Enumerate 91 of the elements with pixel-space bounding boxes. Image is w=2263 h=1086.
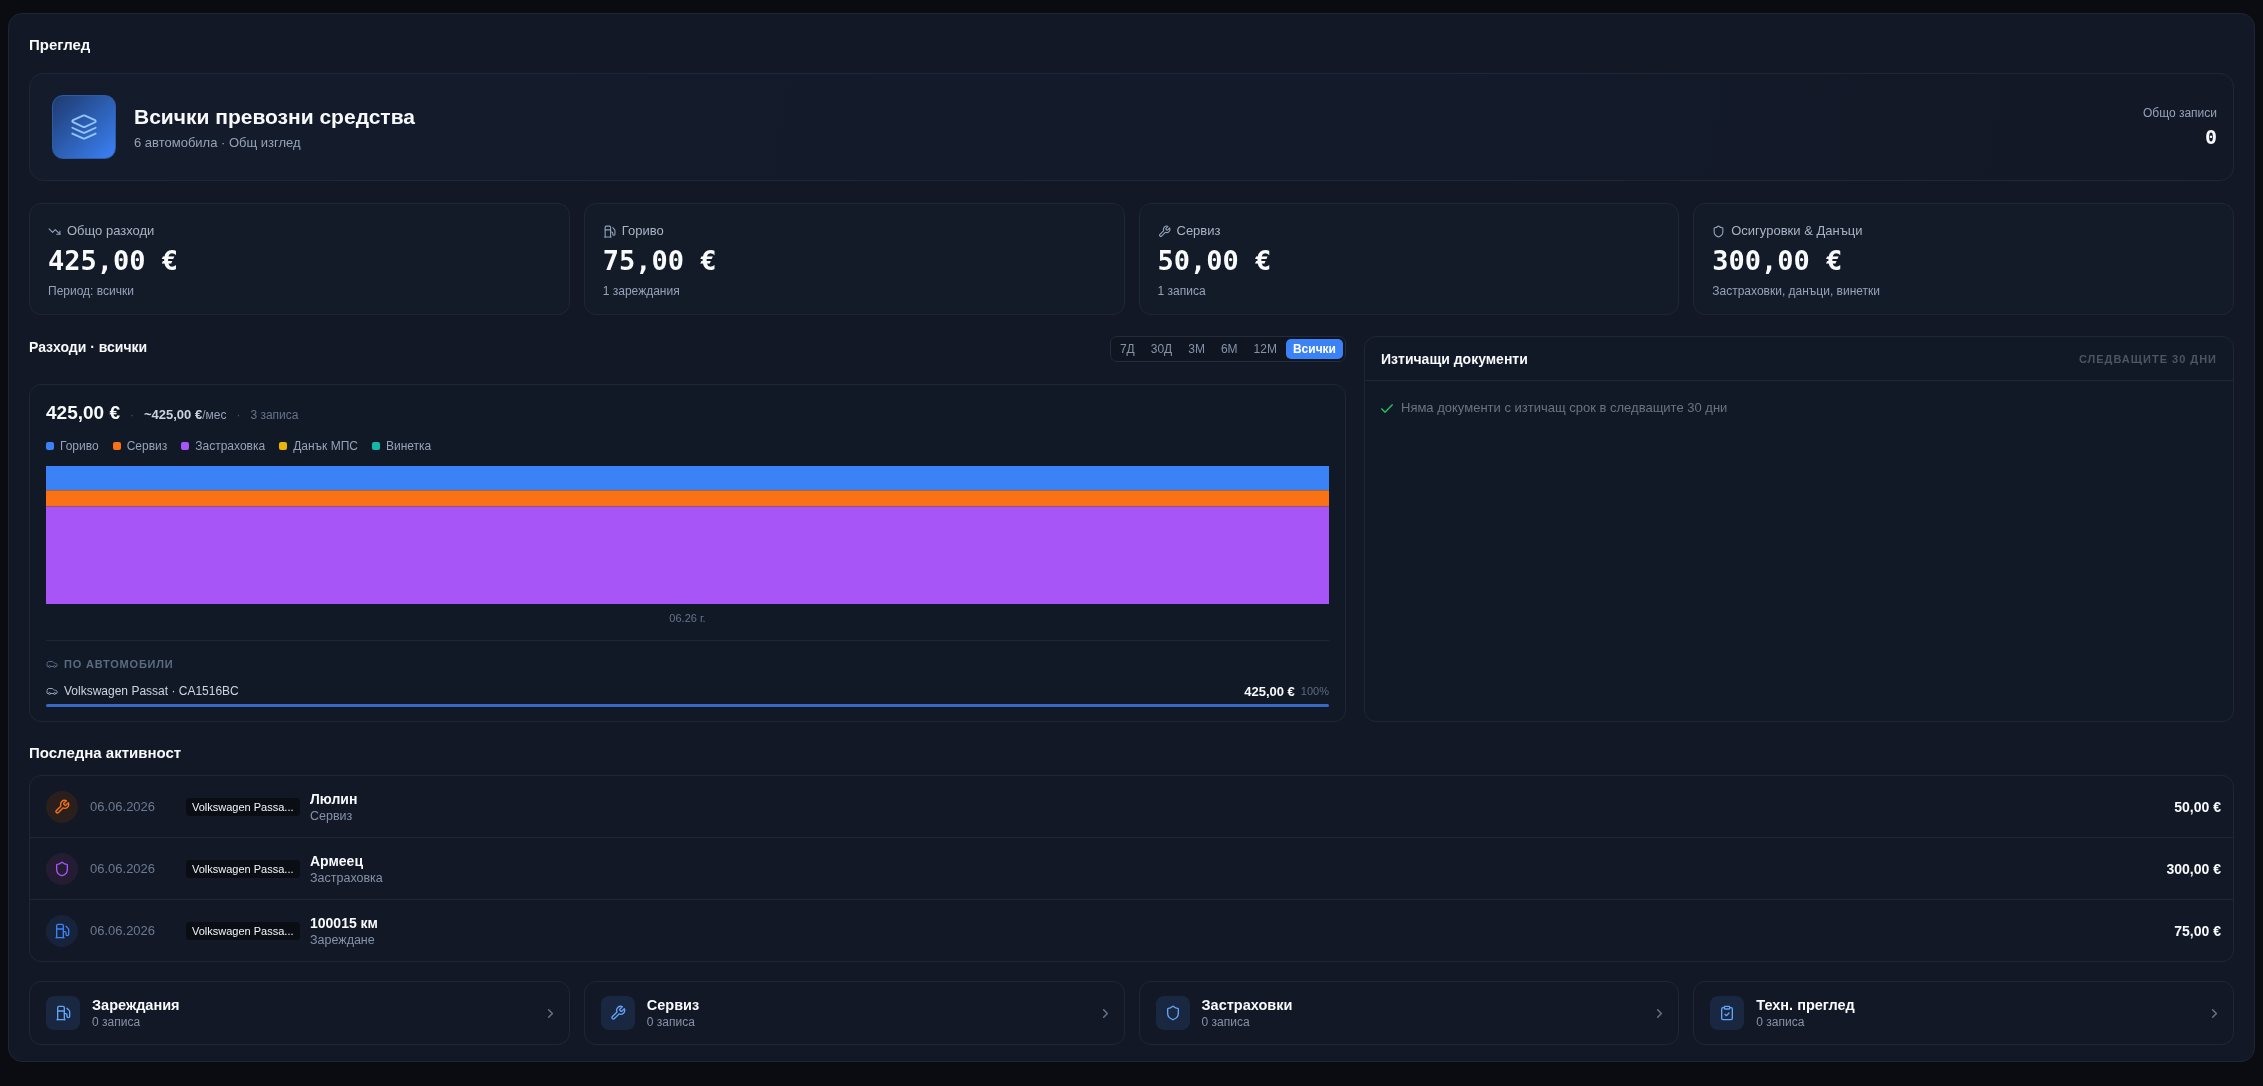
period-tab[interactable]: 7Д [1112,339,1142,359]
legend-label: Застраховка [195,438,266,454]
section-title: Разходи · всички [29,337,148,356]
chevron-right-icon [547,1008,553,1018]
check-icon [1381,403,1393,413]
activity-date: 06.06.2026 [90,799,157,814]
activity-title: Армеец [310,851,364,870]
shortcut-count: 0 записа [1201,1014,1251,1030]
fleet-subtitle: 6 автомобила · Общ изглед [134,134,302,151]
fuel-pump-icon [602,224,616,238]
activity-category: Застраховка [310,869,384,886]
stat-label: Гориво [621,223,664,239]
shortcut-title: Застраховки [1201,996,1294,1014]
activity-date: 06.06.2026 [90,923,157,938]
wrench-icon [600,996,635,1030]
car-icon [46,658,58,670]
shortcut-card[interactable]: Застраховки 0 записа [1138,981,1680,1045]
activity-title: Люлин [310,789,359,808]
wrench-icon [1157,224,1171,238]
layers-icon [52,95,116,159]
records-label: Общо записи [2142,105,2217,121]
chevron-right-icon [2212,1008,2217,1018]
shortcut-title: Сервиз [646,996,701,1014]
separator-dot: · [236,408,241,422]
activity-amount: 50,00 € [2174,798,2221,815]
period-tab[interactable]: 12М [1246,339,1284,359]
fleet-title: Всички превозни средства [134,103,416,130]
records-count-text: 3 записа [250,408,299,422]
legend-label: Данък МПС [293,438,358,454]
shortcut-count: 0 записа [1756,1014,1806,1030]
shortcut-title: Техн. преглед [1756,996,1856,1014]
activity-row[interactable]: 06.06.2026 Volkswagen Passa... Люлин Сервиз 50,00 € [30,776,2233,837]
car-icon [46,685,58,697]
stat-label: Общо разходи [67,223,155,239]
chevron-right-icon [1657,1008,1663,1018]
stat-value: 425,00 € [48,245,180,277]
vehicle-tag: Volkswagen Passa... [186,922,300,940]
legend-label: Гориво [60,438,99,454]
shortcut-card[interactable]: Сервиз 0 записа [583,981,1125,1045]
empty-message: Няма документи с изтичащ срок в следващите 30 дни [1401,400,1728,416]
stat-value: 75,00 € [602,245,718,277]
stat-label: Сервиз [1176,223,1221,239]
stat-value: 50,00 € [1157,245,1273,277]
period-tab[interactable]: 30Д [1143,339,1180,359]
wrench-icon [46,790,78,823]
shortcut-count: 0 записа [92,1014,142,1030]
stat-label: Осигуровки & Данъци [1731,223,1863,239]
section-title: Последна активност [29,743,183,763]
page-title: Преглед [29,35,92,55]
vehicle-tag: Volkswagen Passa... [186,798,300,816]
activity-row[interactable]: 06.06.2026 Volkswagen Passa... Армеец Застраховка 300,00 € [30,837,2233,899]
shield-icon [1712,224,1726,238]
vehicle-name: Volkswagen Passat · CA1516BC [64,684,240,698]
group-heading: ПО АВТОМОБИЛИ [64,657,174,671]
fuel-pump-icon [46,914,78,947]
stat-value: 300,00 € [1712,245,1844,277]
vehicle-amount: 425,00 € [1244,683,1295,699]
period-tab[interactable]: Всички [1285,339,1343,359]
shield-icon [1155,996,1190,1030]
shortcut-card[interactable]: Техн. преглед 0 записа [1693,981,2234,1045]
stat-note: Застраховки, данъци, винетки [1712,283,1882,299]
shortcut-card[interactable]: Зареждания 0 записа [29,981,570,1045]
range-label: СЛЕДВАЩИТЕ 30 ДНИ [2078,352,2217,365]
records-count: 0 [2203,125,2217,149]
fuel-pump-icon [46,996,80,1030]
legend-label: Винетка [385,438,432,454]
chevron-right-icon [1102,1008,1108,1018]
clipboard-check-icon [1710,996,1745,1030]
stat-note: 1 зареждания [602,283,681,299]
activity-title: 100015 км [310,913,379,932]
stat-note: Период: всички [48,283,135,299]
activity-amount: 300,00 € [2166,860,2221,877]
legend-label: Сервиз [126,438,168,454]
activity-row[interactable]: 06.06.2026 Volkswagen Passa... 100015 км Зареждане 75,00 € [30,899,2233,961]
monthly-average: ~425,00 €/мес [143,407,227,422]
vehicle-share: 100% [1300,685,1329,697]
axis-label: 06.26 г. [669,611,706,626]
separator-dot: · [129,408,134,422]
shortcut-title: Зареждания [92,996,181,1014]
activity-category: Сервиз [310,807,354,824]
period-tab[interactable]: 6М [1213,339,1245,359]
activity-amount: 75,00 € [2174,922,2221,939]
vehicle-tag: Volkswagen Passa... [186,860,300,878]
total-amount: 425,00 € [46,402,120,424]
shield-icon [46,852,78,885]
activity-date: 06.06.2026 [90,861,157,876]
activity-category: Зареждане [310,931,376,948]
panel-title: Изтичащи документи [1381,350,1528,367]
period-tab[interactable]: 3М [1181,339,1212,359]
shortcut-count: 0 записа [646,1014,696,1030]
stat-note: 1 записа [1157,283,1207,299]
